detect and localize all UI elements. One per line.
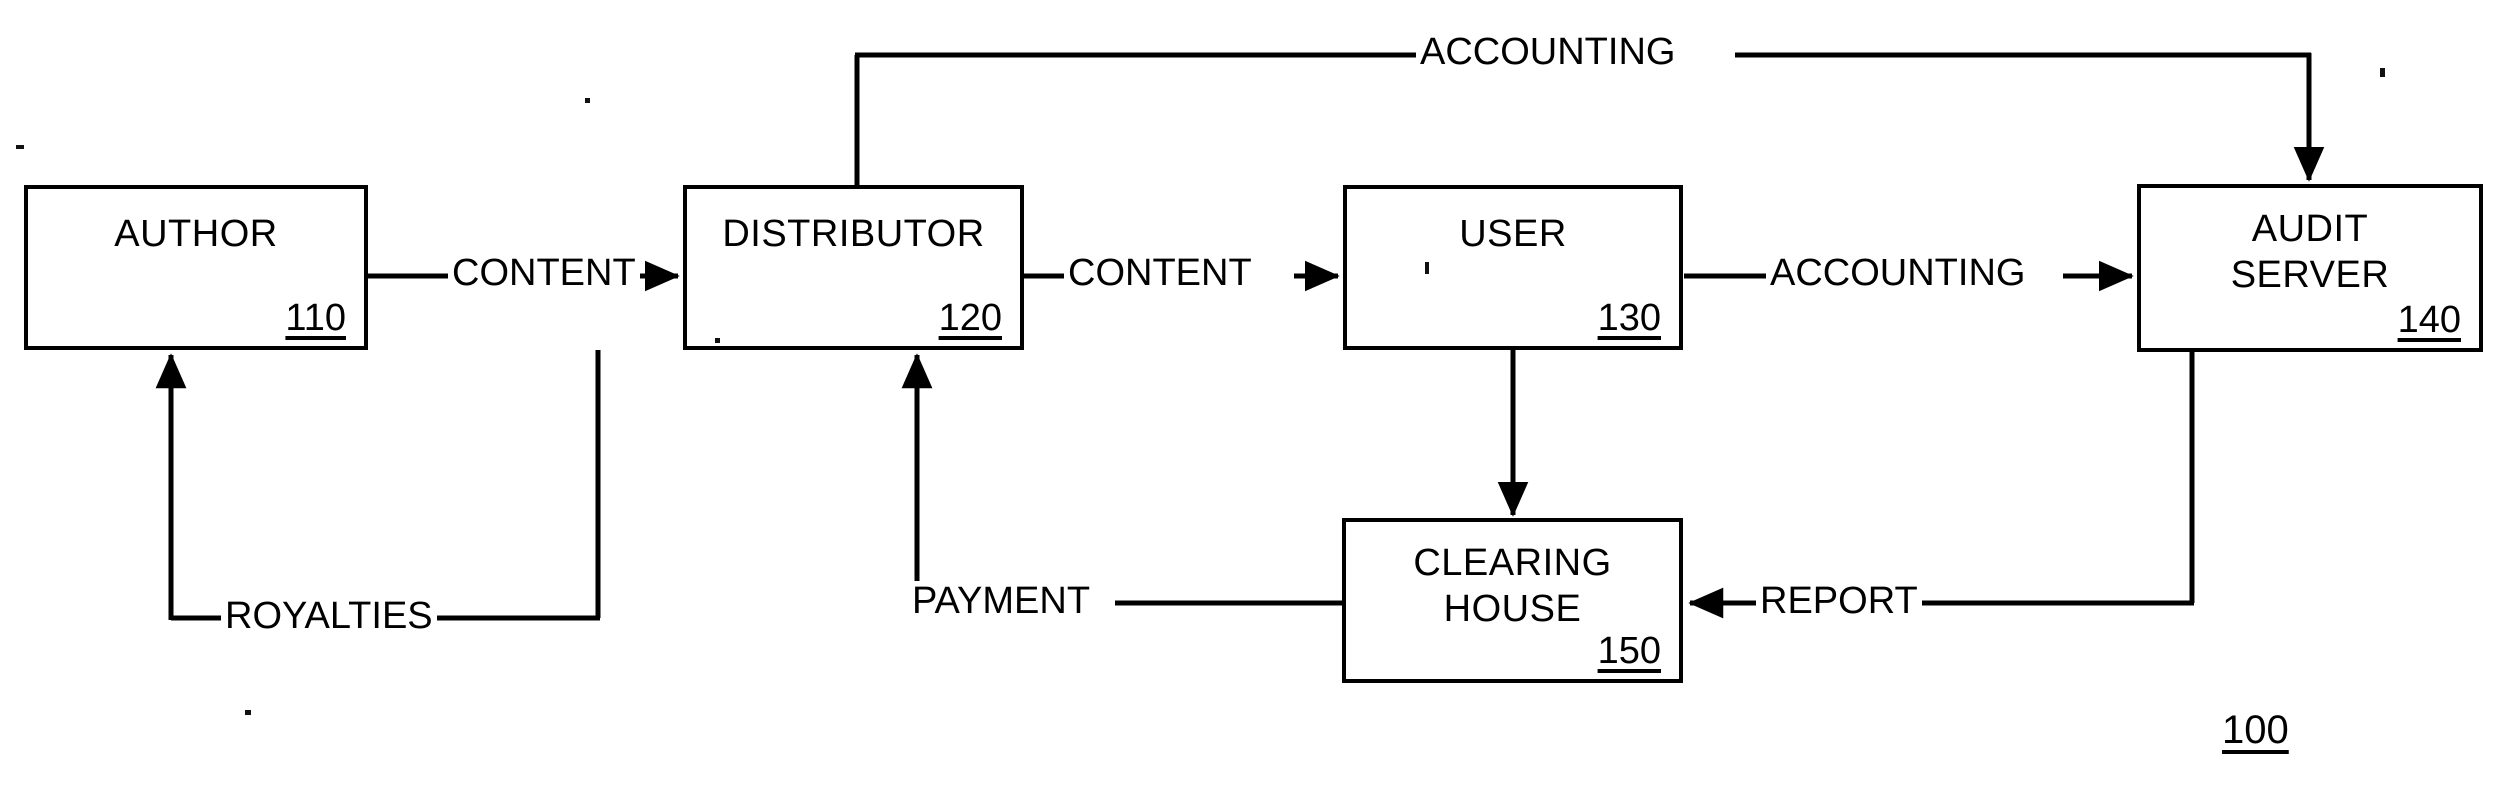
figure-reference-numeral: 100 (2222, 708, 2289, 752)
scan-speck-mid (715, 338, 720, 343)
node-distributor[interactable]: DISTRIBUTOR 120 (683, 185, 1024, 350)
node-audit-server-title: AUDIT SERVER (2230, 208, 2390, 296)
node-author-reference-numeral: 110 (285, 297, 346, 339)
node-user[interactable]: USER 130 (1343, 185, 1683, 350)
node-distributor-title: DISTRIBUTOR (722, 213, 985, 255)
node-clearing-house-reference-numeral: 150 (1597, 630, 1661, 672)
node-author-title: AUTHOR (114, 213, 278, 255)
edge-label-accounting-distributor-audit-server: ACCOUNTING (1416, 32, 1680, 72)
edge-label-royalties: ROYALTIES (221, 596, 437, 636)
edge-label-content-distributor-user: CONTENT (1064, 253, 1256, 293)
scan-speck-bottom-left (245, 710, 251, 715)
node-user-title: USER (1459, 213, 1567, 255)
node-distributor-reference-numeral: 120 (938, 297, 1002, 339)
node-audit-server-reference-numeral: 140 (2397, 299, 2461, 341)
edge-label-payment: PAYMENT (908, 581, 1095, 621)
node-audit-server[interactable]: AUDIT SERVER 140 (2137, 184, 2483, 352)
edge-label-report: REPORT (1756, 581, 1922, 621)
node-user-reference-numeral: 130 (1597, 297, 1661, 339)
node-clearing-house[interactable]: CLEARING HOUSE 150 (1342, 518, 1683, 683)
patent-figure-diagram: AUTHOR 110 DISTRIBUTOR 120 USER 130 AUDI… (0, 0, 2516, 792)
scan-speck-user (1425, 262, 1429, 274)
node-clearing-house-title: CLEARING HOUSE (1413, 542, 1612, 630)
scan-speck-center-left (585, 98, 590, 103)
scan-speck-top-right (2380, 68, 2385, 77)
diagram-connectors (155, 52, 2325, 621)
scan-speck-top-left (16, 145, 24, 149)
node-author[interactable]: AUTHOR 110 (24, 185, 368, 350)
edge-label-content-author-distributor: CONTENT (448, 253, 640, 293)
edge-label-accounting-user-audit-server: ACCOUNTING (1766, 253, 2030, 293)
